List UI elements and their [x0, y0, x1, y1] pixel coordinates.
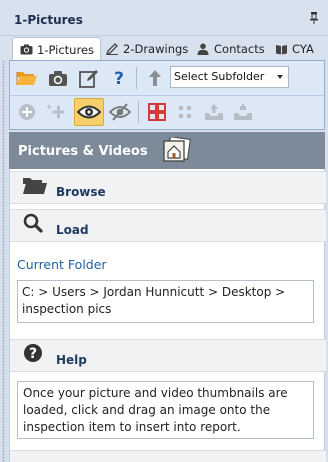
toolbar-row-1: ? Select Subfolder [10, 61, 324, 94]
pencil-icon [105, 43, 119, 56]
tab-1-pictures[interactable]: 1-Pictures [12, 37, 102, 61]
toolbar-separator [136, 67, 137, 89]
pictures-panel: 1-Pictures 1-Pictures 2-Drawings Contact… [0, 0, 328, 462]
grid-large-icon[interactable] [144, 99, 170, 125]
help-item[interactable]: ? Help [10, 339, 326, 372]
tab-label: Contacts [214, 42, 265, 56]
pictures-content: Browse Load Current Folder C: > Users > … [9, 169, 326, 462]
load-item[interactable]: Load [10, 209, 326, 242]
toolbar-divider [10, 95, 324, 96]
svg-text:?: ? [114, 69, 124, 87]
chevron-down-icon [277, 75, 283, 79]
help-text: Once your picture and video thumbnails a… [17, 381, 314, 439]
magnifier-icon [22, 212, 48, 240]
section-header: Pictures & Videos [9, 132, 325, 169]
browse-label: Browse [56, 185, 106, 199]
panel-title-bar: 1-Pictures [0, 0, 328, 36]
help-label: Help [56, 353, 87, 367]
open-folder-icon[interactable] [14, 65, 40, 91]
camera-icon [19, 44, 33, 56]
tab-label: 1-Pictures [37, 42, 95, 57]
grid-small-icon[interactable] [172, 99, 198, 125]
tray-in-icon[interactable] [201, 99, 227, 125]
toolbar-separator [138, 101, 139, 123]
tab-2-drawings[interactable]: 2-Drawings [99, 38, 194, 60]
tray-out-icon[interactable] [230, 99, 256, 125]
tab-bar: 1-Pictures 2-Drawings Contacts CYA [0, 36, 328, 61]
photo-house-icon [163, 136, 191, 167]
edit-icon[interactable] [76, 65, 102, 91]
tab-cya[interactable]: CYA [268, 38, 320, 60]
tab-label: CYA [292, 42, 314, 56]
svg-text:?: ? [29, 346, 37, 362]
pin-icon[interactable] [310, 12, 318, 27]
person-icon [196, 43, 210, 55]
toolbar-row-2 [10, 97, 324, 130]
eye-off-icon[interactable] [107, 99, 133, 125]
load-label: Load [56, 223, 89, 237]
help-icon[interactable]: ? [106, 65, 132, 91]
tab-contacts[interactable]: Contacts [190, 38, 271, 60]
up-arrow-icon[interactable] [142, 65, 168, 91]
add-multiple-icon[interactable] [44, 99, 70, 125]
collapsed-section[interactable] [10, 450, 326, 462]
current-folder-path: C: > Users > Jordan Hunnicutt > Desktop … [17, 280, 314, 323]
panel-title: 1-Pictures [14, 13, 83, 27]
book-icon [274, 43, 288, 55]
add-circle-icon[interactable] [14, 99, 40, 125]
folder-icon [22, 174, 48, 202]
camera-icon[interactable] [45, 65, 71, 91]
eye-icon[interactable] [74, 98, 104, 126]
browse-item[interactable]: Browse [10, 171, 326, 204]
subfolder-select[interactable]: Select Subfolder [170, 66, 289, 88]
subfolder-select-value: Select Subfolder [174, 70, 265, 83]
current-folder-label: Current Folder [17, 257, 107, 272]
tab-label: 2-Drawings [123, 42, 189, 56]
question-circle-icon: ? [22, 342, 48, 370]
dock-grip[interactable] [2, 60, 5, 462]
section-title: Pictures & Videos [18, 144, 148, 159]
picture-toolbar: ? Select Subfolder [9, 60, 325, 130]
